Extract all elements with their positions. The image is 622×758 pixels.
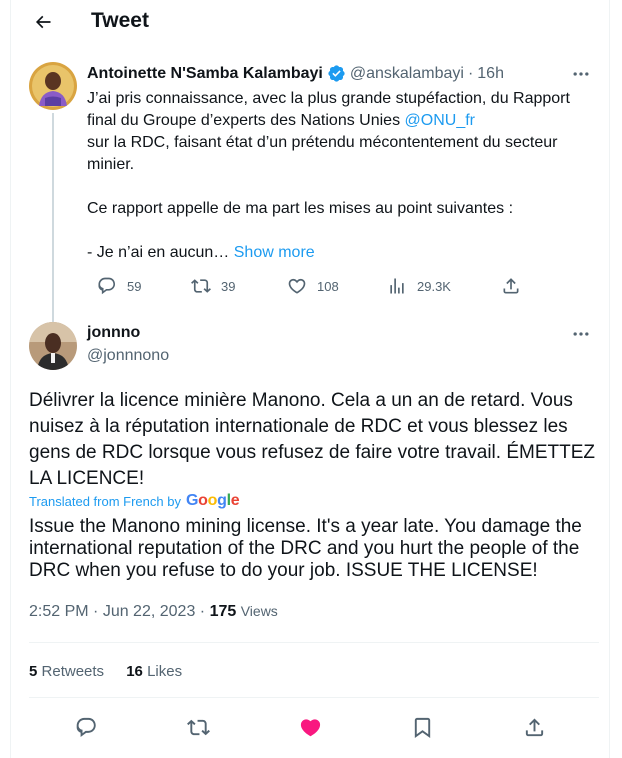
quoted-like-count: 108: [317, 278, 339, 294]
quoted-more-button[interactable]: [567, 64, 595, 84]
share-icon: [525, 717, 543, 736]
retweet-icon: [191, 279, 211, 293]
quoted-author-name[interactable]: Antoinette N'Samba Kalambayi: [87, 65, 323, 83]
quoted-tweet-text: J’ai pris connaissance, avec la plus gra…: [87, 88, 592, 264]
quoted-text-part2: sur la RDC, faisant état d’un prétendu m…: [87, 134, 558, 261]
bookmark-button[interactable]: [409, 714, 435, 740]
views-label: Views: [240, 603, 278, 619]
divider: [29, 642, 599, 643]
retweet-icon: [186, 719, 210, 735]
thread-line: [52, 113, 54, 323]
retweets-stat[interactable]: 5 Retweets: [29, 663, 104, 680]
show-more-link[interactable]: Show more: [234, 244, 315, 261]
share-button[interactable]: [521, 714, 547, 740]
retweets-count: 5: [29, 663, 38, 680]
divider: [29, 697, 599, 698]
page-title: Tweet: [91, 9, 149, 32]
retweets-label: Retweets: [41, 663, 105, 680]
quoted-share-button[interactable]: [501, 276, 521, 296]
views-count: 175: [209, 603, 237, 620]
quoted-reply-button[interactable]: 59: [97, 276, 141, 296]
likes-stat[interactable]: 16 Likes: [126, 663, 182, 680]
verified-badge-icon: [327, 64, 346, 83]
tweet-more-button[interactable]: [567, 324, 595, 344]
heart-filled-icon: [300, 718, 320, 736]
meta-separator: ·: [88, 603, 103, 620]
translation-attribution[interactable]: Translated from French by Google: [29, 492, 240, 510]
tweet-actions: [11, 714, 611, 740]
separator-dot: ·: [467, 64, 474, 82]
quoted-views-count: 29.3K: [417, 278, 451, 294]
reply-button[interactable]: [73, 714, 99, 740]
avatar-image: [29, 62, 77, 110]
author-name[interactable]: jonnno: [87, 324, 140, 342]
translated-label: Translated from French by: [29, 493, 181, 509]
tweet-date[interactable]: Jun 22, 2023: [103, 603, 196, 620]
reply-icon: [98, 277, 116, 295]
avatar-jonnno[interactable]: [29, 322, 77, 370]
header-bar: Tweet: [11, 0, 611, 44]
share-icon: [503, 278, 519, 294]
quoted-views-button[interactable]: 29.3K: [387, 276, 451, 296]
more-dots-icon: [573, 332, 589, 336]
avatar-antoinette[interactable]: [29, 62, 77, 110]
engagement-stats: 5 Retweets 16 Likes: [29, 663, 182, 680]
reply-icon: [76, 717, 96, 737]
quoted-retweet-count: 39: [221, 278, 236, 294]
views-chart-icon: [390, 278, 404, 294]
tweet-text: Délivrer la licence minière Manono. Cela…: [29, 390, 601, 489]
quoted-author-handle[interactable]: @anskalambayi: [350, 65, 464, 83]
likes-count: 16: [126, 663, 143, 680]
google-logo: Google: [185, 492, 240, 509]
quoted-time[interactable]: 16h: [477, 65, 504, 83]
quoted-actions: 59 39 108 29.3K: [87, 276, 527, 300]
mention-link[interactable]: @ONU_fr: [405, 112, 475, 129]
bookmark-icon: [414, 717, 430, 738]
more-dots-icon: [573, 72, 589, 76]
quoted-reply-count: 59: [127, 278, 142, 294]
arrow-left-icon: [35, 15, 51, 29]
quoted-retweet-button[interactable]: 39: [191, 276, 235, 296]
avatar-image: [29, 322, 77, 370]
likes-label: Likes: [147, 663, 183, 680]
like-button[interactable]: [297, 714, 323, 740]
quoted-tweet-header: Antoinette N'Samba Kalambayi @anskalamba…: [87, 64, 504, 83]
heart-icon: [288, 278, 306, 294]
tweet-time[interactable]: 2:52 PM: [29, 603, 89, 620]
tweet-page: Tweet Antoinette N'Samba Kalambayi @ansk…: [10, 0, 610, 758]
back-button[interactable]: [27, 6, 59, 38]
author-handle[interactable]: @jonnnono: [87, 347, 169, 365]
quoted-like-button[interactable]: 108: [287, 276, 339, 296]
tweet-meta: 2:52 PM · Jun 22, 2023 · 175 Views: [29, 603, 278, 620]
quoted-text-part1: J’ai pris connaissance, avec la plus gra…: [87, 90, 575, 129]
translated-text: Issue the Manono mining license. It's a …: [29, 516, 582, 581]
retweet-button[interactable]: [185, 714, 211, 740]
